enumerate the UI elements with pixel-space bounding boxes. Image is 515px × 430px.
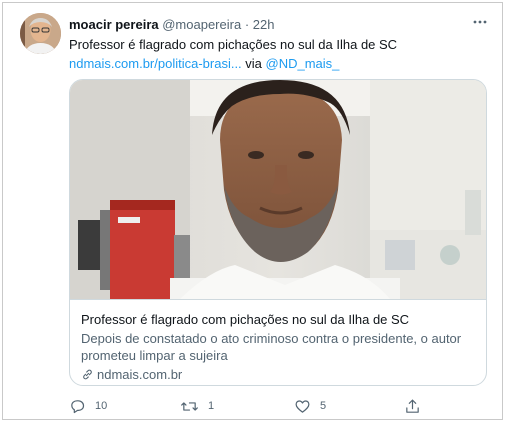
reply-count: 10	[95, 400, 108, 412]
article-link[interactable]: ndmais.com.br/politica-brasi...	[69, 56, 242, 71]
mention-link[interactable]: @ND_mais_	[266, 56, 340, 71]
via-text: via	[241, 56, 266, 71]
more-icon[interactable]	[469, 11, 491, 33]
share-button[interactable]	[404, 396, 430, 416]
tweet-text-links: ndmais.com.br/politica-brasi... via @ND_…	[69, 55, 339, 72]
card-description: Depois de constatado o ato criminoso con…	[81, 331, 462, 363]
like-count: 5	[320, 400, 327, 412]
card-meta[interactable]: Professor é flagrado com pichações no su…	[70, 299, 486, 385]
card-image[interactable]	[70, 80, 486, 299]
reply-button[interactable]: 10	[69, 396, 107, 416]
card-title: Professor é flagrado com pichações no su…	[81, 312, 410, 327]
tweet-header: moacir pereira @moapereira · 22h	[69, 16, 274, 33]
tweet-container[interactable]: moacir pereira @moapereira · 22h Profess…	[2, 2, 503, 420]
reply-icon	[71, 399, 85, 413]
like-button[interactable]: 5	[294, 396, 326, 416]
share-icon	[406, 399, 419, 413]
author-name[interactable]: moacir pereira	[69, 17, 159, 32]
link-icon	[83, 369, 92, 380]
retweet-icon	[181, 401, 198, 411]
heart-icon	[295, 399, 310, 413]
retweet-button[interactable]: 1	[180, 396, 214, 416]
tweet-actions: 10 1 5	[69, 396, 429, 416]
retweet-count: 1	[208, 400, 215, 412]
author-handle[interactable]: @moapereira	[162, 17, 241, 32]
card-domain-text: ndmais.com.br	[97, 367, 183, 382]
avatar[interactable]	[20, 13, 61, 54]
card-domain: ndmais.com.br	[81, 366, 182, 383]
tweet-text: Professor é flagrado com pichações no su…	[69, 37, 398, 52]
tweet-timestamp[interactable]: 22h	[253, 17, 275, 32]
separator-dot: ·	[244, 17, 250, 32]
link-preview-card[interactable]: Professor é flagrado com pichações no su…	[69, 79, 487, 386]
